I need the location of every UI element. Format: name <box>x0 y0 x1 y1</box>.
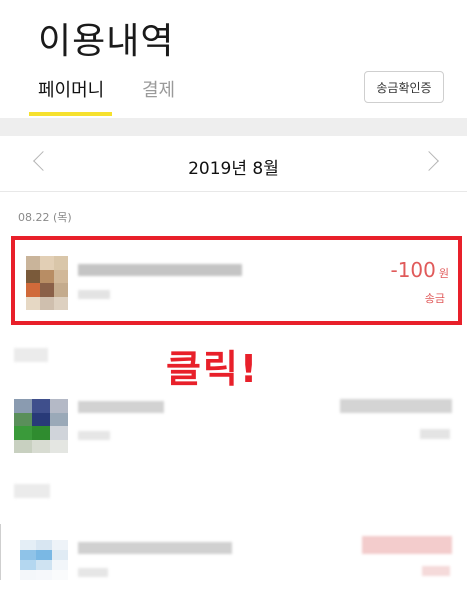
redacted-amount <box>340 399 452 413</box>
active-tab-indicator <box>29 112 112 116</box>
redacted-name <box>78 401 164 413</box>
redacted-amount <box>362 536 452 554</box>
redacted-date-header <box>14 484 50 498</box>
redacted-type <box>420 429 450 439</box>
date-group-header: 08.22 (목) <box>18 211 72 224</box>
highlight-annotation-box <box>11 236 462 325</box>
scroll-edge <box>0 524 4 580</box>
tab-paymoney[interactable]: 페이머니 <box>38 76 104 102</box>
redacted-date-header <box>14 348 48 362</box>
transaction-row[interactable] <box>0 524 467 594</box>
transaction-row[interactable] <box>0 395 467 465</box>
tab-payment[interactable]: 결제 <box>142 76 175 102</box>
section-divider <box>0 118 467 136</box>
merchant-avatar <box>20 540 68 580</box>
merchant-avatar <box>14 399 68 453</box>
redacted-time <box>78 431 110 440</box>
redacted-type <box>422 566 450 576</box>
click-annotation-label: 클릭! <box>166 347 260 391</box>
transfer-confirmation-button[interactable]: 송금확인증 <box>364 71 444 103</box>
month-label: 2019년 8월 <box>188 159 279 179</box>
tab-bar: 페이머니 결제 송금확인증 <box>0 70 467 118</box>
month-navigator: 2019년 8월 <box>0 136 467 192</box>
redacted-name <box>78 542 232 554</box>
page-title: 이용내역 <box>38 21 175 62</box>
redacted-time <box>78 568 108 577</box>
